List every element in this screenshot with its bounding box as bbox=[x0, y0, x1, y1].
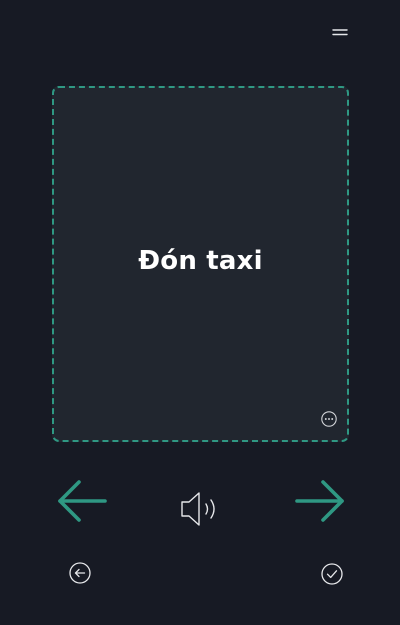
hamburger-menu-icon bbox=[332, 29, 348, 36]
speaker-icon bbox=[181, 492, 215, 526]
more-options-button[interactable] bbox=[320, 410, 338, 428]
circle-check-icon bbox=[321, 563, 343, 585]
arrow-right-icon bbox=[295, 480, 344, 522]
next-card-button[interactable] bbox=[294, 478, 346, 524]
menu-button[interactable] bbox=[326, 20, 354, 44]
flashcard-word: Đón taxi bbox=[138, 246, 263, 276]
more-options-icon bbox=[321, 411, 337, 427]
circle-back-icon bbox=[69, 562, 91, 584]
done-button[interactable] bbox=[319, 561, 345, 587]
back-button[interactable] bbox=[67, 560, 93, 586]
play-audio-button[interactable] bbox=[178, 488, 222, 530]
flashcard[interactable]: Đón taxi bbox=[52, 86, 349, 442]
previous-card-button[interactable] bbox=[56, 478, 108, 524]
arrow-left-icon bbox=[58, 480, 107, 522]
